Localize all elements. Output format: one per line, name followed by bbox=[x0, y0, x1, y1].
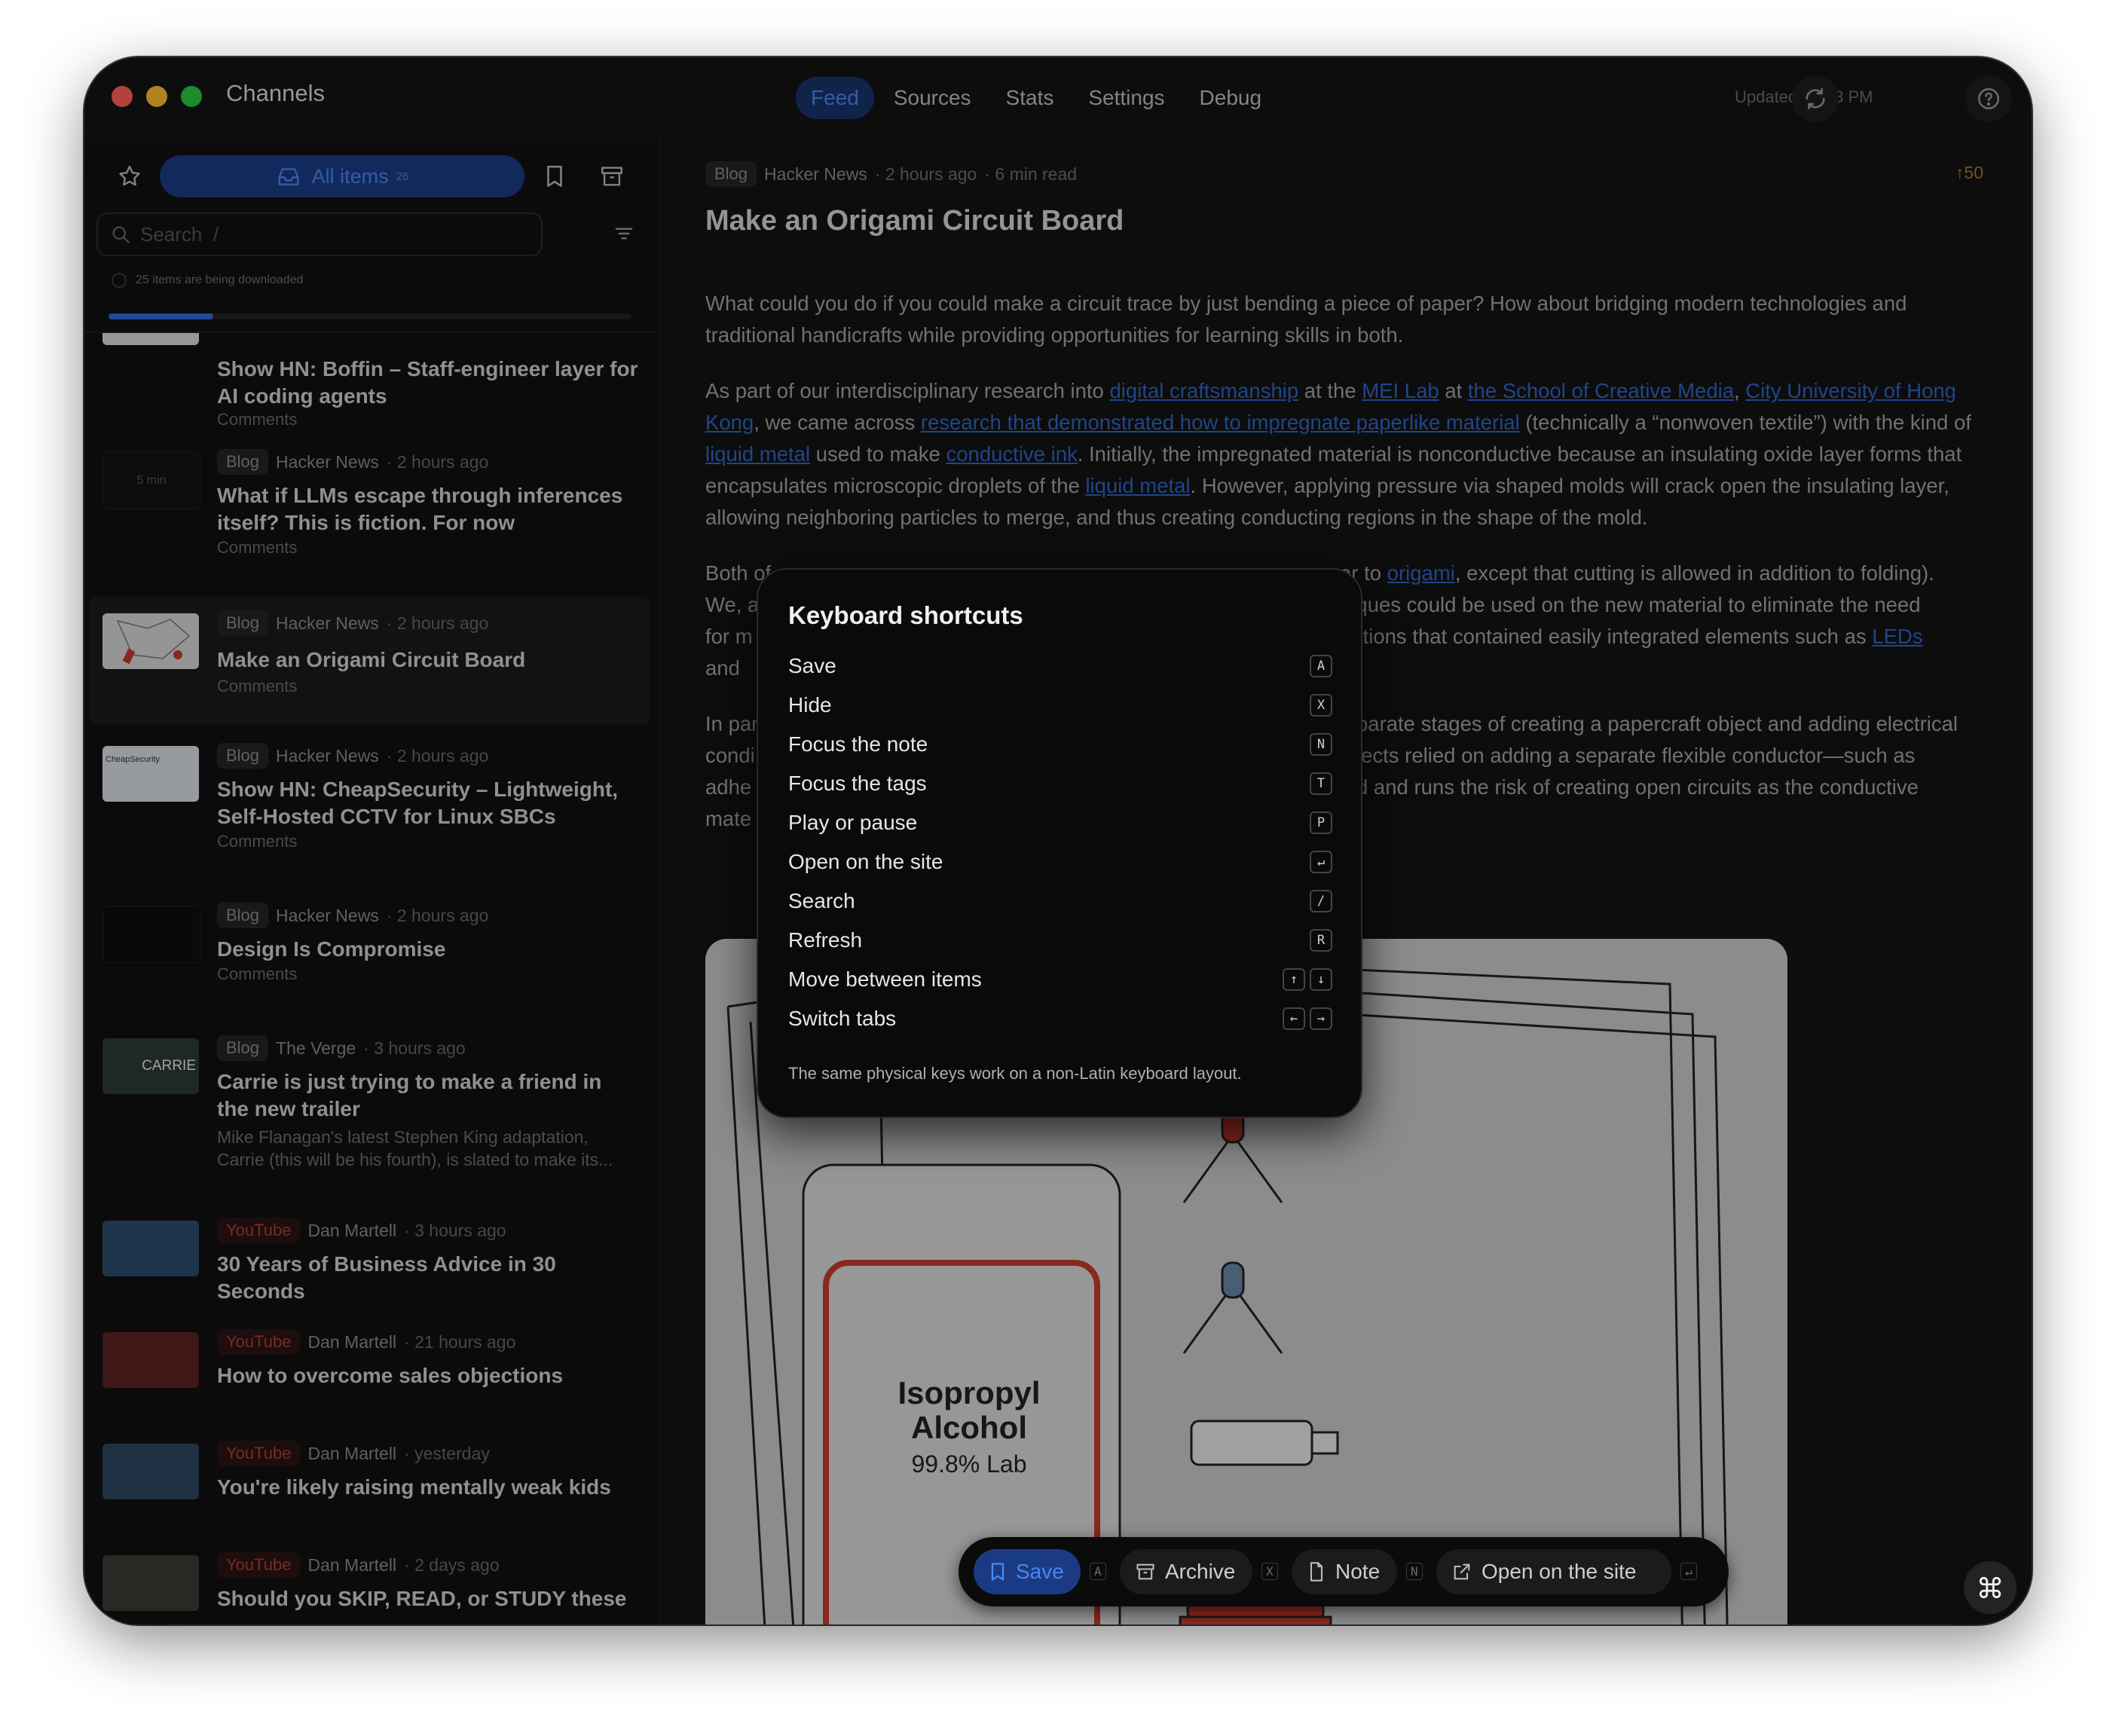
modal-title: Keyboard shortcuts bbox=[788, 601, 1023, 629]
shortcut-label: Move between items bbox=[788, 967, 982, 991]
shortcut-keys: N bbox=[1310, 733, 1332, 756]
save-button[interactable]: Save bbox=[974, 1549, 1081, 1594]
shortcut-label: Refresh bbox=[788, 928, 863, 952]
shortcut-keys: A bbox=[1310, 655, 1332, 677]
key-cap: X bbox=[1310, 694, 1332, 717]
shortcut-row: Open on the site ↵ bbox=[788, 842, 1332, 882]
open-button-label: Open on the site bbox=[1482, 1560, 1637, 1583]
key-cap: → bbox=[1310, 1007, 1332, 1030]
shortcut-keys: ← → bbox=[1283, 1007, 1332, 1030]
archive-icon bbox=[1136, 1563, 1154, 1580]
shortcut-keys: R bbox=[1310, 929, 1332, 952]
open-shortcut-key: ↵ bbox=[1680, 1563, 1697, 1580]
note-button[interactable]: Note bbox=[1292, 1549, 1397, 1594]
key-cap: ← bbox=[1283, 1007, 1305, 1030]
shortcut-row: Play or pause P bbox=[788, 803, 1332, 842]
key-cap: T bbox=[1310, 772, 1332, 795]
shortcut-keys: ↑ ↓ bbox=[1283, 968, 1332, 991]
modal-footer-note: The same physical keys work on a non-Lat… bbox=[788, 1064, 1242, 1083]
shortcut-label: Switch tabs bbox=[788, 1007, 897, 1030]
shortcut-row: Focus the tags T bbox=[788, 764, 1332, 803]
save-button-label: Save bbox=[1016, 1560, 1064, 1583]
note-icon bbox=[1310, 1562, 1323, 1582]
shortcut-row: Save A bbox=[788, 646, 1332, 686]
shortcut-row: Hide X bbox=[788, 686, 1332, 725]
shortcut-label: Open on the site bbox=[788, 850, 943, 873]
key-cap: ↓ bbox=[1310, 968, 1332, 991]
shortcut-keys: P bbox=[1310, 811, 1332, 834]
shortcut-label: Play or pause bbox=[788, 811, 918, 834]
note-shortcut-key: N bbox=[1406, 1563, 1423, 1580]
action-bar: Save A Archive X Note N Open on the site… bbox=[959, 1537, 1729, 1606]
save-shortcut-key: A bbox=[1090, 1563, 1106, 1580]
archive-button[interactable]: Archive bbox=[1120, 1549, 1252, 1594]
shortcut-label: Focus the tags bbox=[788, 772, 927, 795]
shortcut-row: Switch tabs ← → bbox=[788, 999, 1332, 1038]
key-cap: ↵ bbox=[1310, 851, 1332, 873]
key-cap: R bbox=[1310, 929, 1332, 952]
shortcut-label: Search bbox=[788, 889, 855, 912]
shortcut-keys: X bbox=[1310, 694, 1332, 717]
command-icon bbox=[1979, 1576, 2001, 1599]
archive-shortcut-key: X bbox=[1261, 1563, 1278, 1580]
shortcut-label: Focus the note bbox=[788, 732, 928, 756]
keyboard-shortcuts-modal: Keyboard shortcuts Save A Hide X Focus t… bbox=[757, 568, 1362, 1118]
app-window: Channels Feed Sources Stats Settings Deb… bbox=[84, 57, 2032, 1624]
key-cap: A bbox=[1310, 655, 1332, 677]
shortcut-label: Hide bbox=[788, 693, 832, 717]
shortcut-label: Save bbox=[788, 654, 836, 677]
note-button-label: Note bbox=[1335, 1560, 1381, 1583]
shortcut-keys: T bbox=[1310, 772, 1332, 795]
shortcut-keys: / bbox=[1310, 890, 1332, 912]
key-cap: ↑ bbox=[1283, 968, 1305, 991]
archive-button-label: Archive bbox=[1165, 1560, 1236, 1583]
shortcut-row: Focus the note N bbox=[788, 725, 1332, 764]
key-cap: P bbox=[1310, 811, 1332, 834]
external-link-icon bbox=[1454, 1563, 1470, 1580]
shortcut-row: Search / bbox=[788, 882, 1332, 921]
key-cap: N bbox=[1310, 733, 1332, 756]
shortcut-keys: ↵ bbox=[1310, 851, 1332, 873]
key-cap: / bbox=[1310, 890, 1332, 912]
command-palette-button[interactable] bbox=[1964, 1561, 2017, 1614]
bookmark-icon bbox=[991, 1563, 1004, 1581]
shortcut-row: Refresh R bbox=[788, 921, 1332, 960]
open-on-site-button[interactable]: Open on the site bbox=[1436, 1549, 1671, 1594]
shortcut-row: Move between items ↑ ↓ bbox=[788, 960, 1332, 999]
